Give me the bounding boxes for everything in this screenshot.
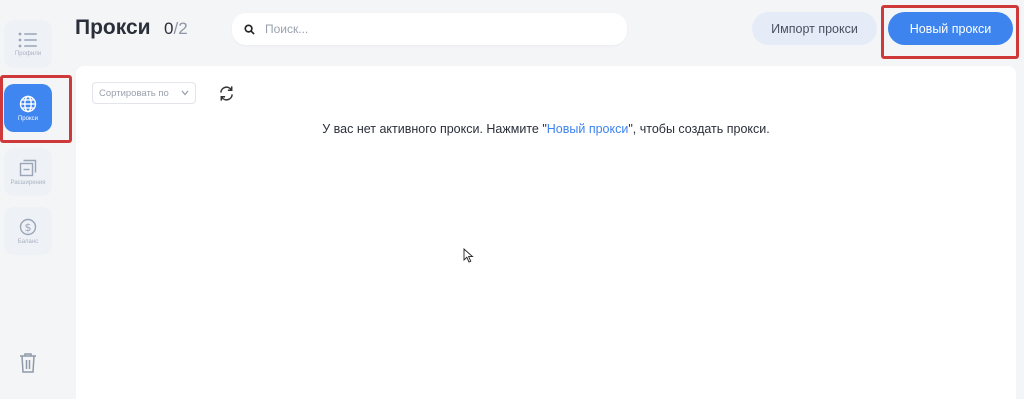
empty-state-message: У вас нет активного прокси. Нажмите "Нов… <box>76 122 1016 136</box>
sidebar-item-label: Профили <box>14 50 42 57</box>
sort-label: Сортировать по <box>99 87 169 99</box>
trash-icon[interactable] <box>18 352 38 379</box>
list-icon <box>18 32 38 48</box>
proxy-count: 0/2 <box>164 19 188 39</box>
dollar-icon: $ <box>19 218 37 236</box>
highlight-box-new-proxy <box>881 5 1019 59</box>
extensions-icon <box>19 159 37 177</box>
refresh-icon[interactable] <box>218 85 235 107</box>
page-title: Прокси <box>75 16 151 39</box>
new-proxy-link[interactable]: Новый прокси <box>547 122 629 136</box>
sidebar-item-label: Расширения <box>10 179 46 186</box>
highlight-box-sidebar <box>0 75 72 143</box>
search-bar[interactable] <box>232 13 627 45</box>
sidebar-item-label: Баланс <box>17 238 39 245</box>
import-proxy-button[interactable]: Импорт прокси <box>752 12 877 45</box>
mouse-cursor-icon <box>463 248 474 263</box>
chevron-down-icon <box>181 88 189 99</box>
content-panel: Сортировать по У вас нет активного прокс… <box>76 66 1016 399</box>
sidebar-item-balance[interactable]: $ Баланс <box>4 207 52 255</box>
empty-text-after: ", чтобы создать прокси. <box>628 122 770 136</box>
proxy-count-max: /2 <box>173 19 188 38</box>
sidebar: Профили Прокси Расширения $ Баланс <box>0 0 72 399</box>
search-input[interactable] <box>263 21 607 37</box>
svg-text:$: $ <box>25 221 32 234</box>
sidebar-item-profiles[interactable]: Профили <box>4 20 52 68</box>
sort-dropdown[interactable]: Сортировать по <box>92 82 196 104</box>
search-icon <box>244 23 255 35</box>
empty-text-before: У вас нет активного прокси. Нажмите " <box>322 122 547 136</box>
sidebar-item-extensions[interactable]: Расширения <box>4 148 52 196</box>
